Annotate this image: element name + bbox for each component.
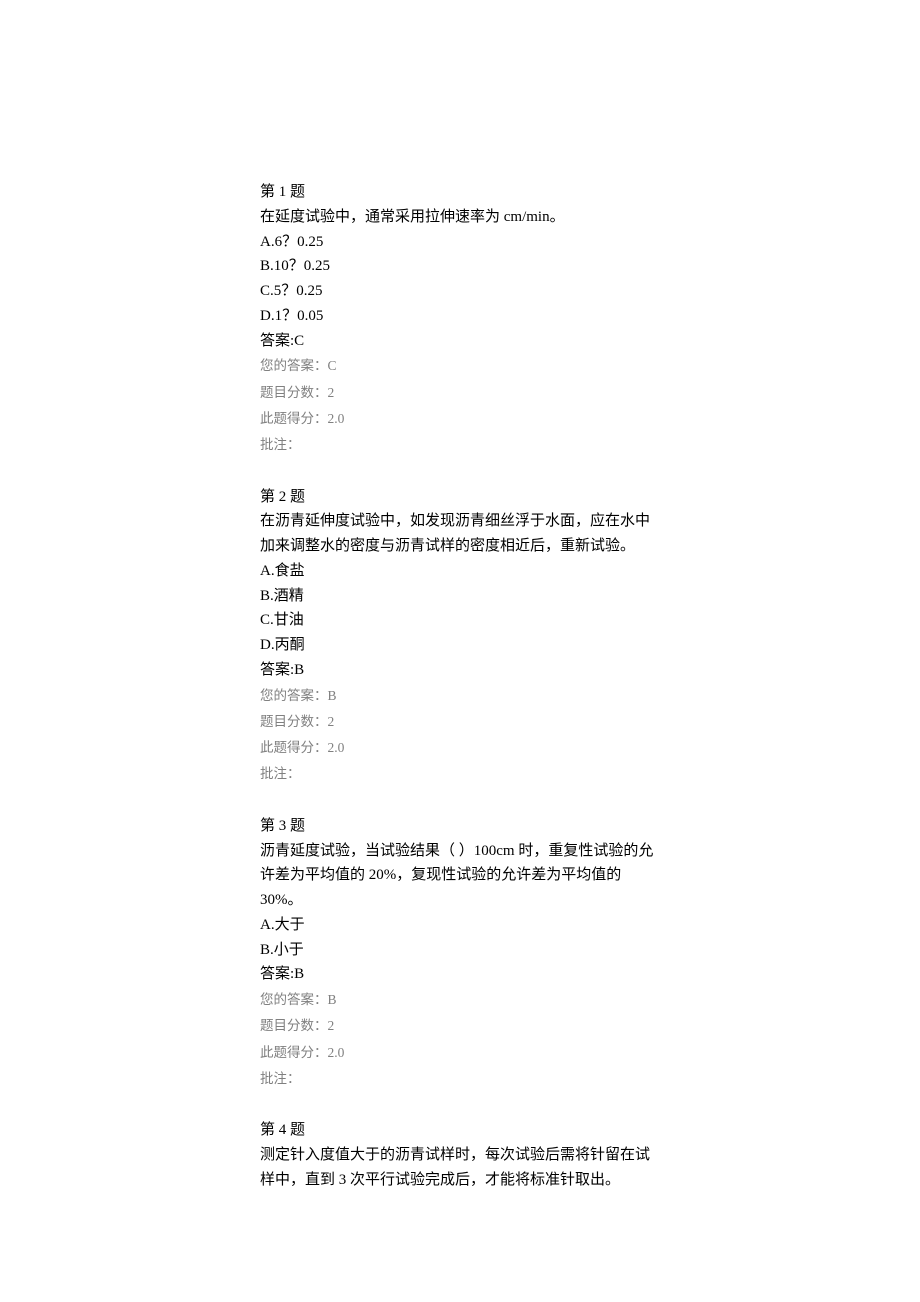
score-total: 题目分数：2 bbox=[260, 709, 660, 735]
document-page: 第 1 题 在延度试验中，通常采用拉伸速率为 cm/min。 A.6？0.25 … bbox=[0, 0, 920, 1302]
comment: 批注： bbox=[260, 432, 660, 458]
question-header: 第 1 题 bbox=[260, 180, 660, 205]
question-choice: B.酒精 bbox=[260, 584, 660, 609]
question-header: 第 3 题 bbox=[260, 814, 660, 839]
question-answer: 答案:B bbox=[260, 962, 660, 987]
question-block: 第 1 题 在延度试验中，通常采用拉伸速率为 cm/min。 A.6？0.25 … bbox=[260, 180, 660, 459]
comment: 批注： bbox=[260, 761, 660, 787]
question-block: 第 3 题 沥青延度试验，当试验结果（ ）100cm 时，重复性试验的允许差为平… bbox=[260, 814, 660, 1093]
your-answer: 您的答案：B bbox=[260, 683, 660, 709]
your-answer: 您的答案：C bbox=[260, 353, 660, 379]
question-stem: 在延度试验中，通常采用拉伸速率为 cm/min。 bbox=[260, 205, 660, 230]
question-choice: A.食盐 bbox=[260, 559, 660, 584]
question-header: 第 4 题 bbox=[260, 1118, 660, 1143]
your-answer: 您的答案：B bbox=[260, 987, 660, 1013]
question-choice: D.丙酮 bbox=[260, 633, 660, 658]
score-total: 题目分数：2 bbox=[260, 1013, 660, 1039]
question-meta: 您的答案：C 题目分数：2 此题得分：2.0 批注： bbox=[260, 353, 660, 458]
score-got: 此题得分：2.0 bbox=[260, 735, 660, 761]
question-meta: 您的答案：B 题目分数：2 此题得分：2.0 批注： bbox=[260, 683, 660, 788]
question-choice: B.小于 bbox=[260, 938, 660, 963]
score-got: 此题得分：2.0 bbox=[260, 1040, 660, 1066]
question-stem: 沥青延度试验，当试验结果（ ）100cm 时，重复性试验的允许差为平均值的 20… bbox=[260, 839, 660, 913]
question-block: 第 2 题 在沥青延伸度试验中，如发现沥青细丝浮于水面，应在水中加来调整水的密度… bbox=[260, 485, 660, 788]
score-got: 此题得分：2.0 bbox=[260, 406, 660, 432]
question-answer: 答案:B bbox=[260, 658, 660, 683]
question-meta: 您的答案：B 题目分数：2 此题得分：2.0 批注： bbox=[260, 987, 660, 1092]
score-total: 题目分数：2 bbox=[260, 380, 660, 406]
question-stem: 测定针入度值大于的沥青试样时，每次试验后需将针留在试样中，直到 3 次平行试验完… bbox=[260, 1143, 660, 1193]
question-choice: B.10？0.25 bbox=[260, 254, 660, 279]
question-choice: D.1？0.05 bbox=[260, 304, 660, 329]
question-choice: C.甘油 bbox=[260, 608, 660, 633]
question-choice: C.5？0.25 bbox=[260, 279, 660, 304]
question-choice: A.6？0.25 bbox=[260, 230, 660, 255]
question-answer: 答案:C bbox=[260, 329, 660, 354]
question-choice: A.大于 bbox=[260, 913, 660, 938]
question-header: 第 2 题 bbox=[260, 485, 660, 510]
question-stem: 在沥青延伸度试验中，如发现沥青细丝浮于水面，应在水中加来调整水的密度与沥青试样的… bbox=[260, 509, 660, 559]
comment: 批注： bbox=[260, 1066, 660, 1092]
question-block: 第 4 题 测定针入度值大于的沥青试样时，每次试验后需将针留在试样中，直到 3 … bbox=[260, 1118, 660, 1192]
